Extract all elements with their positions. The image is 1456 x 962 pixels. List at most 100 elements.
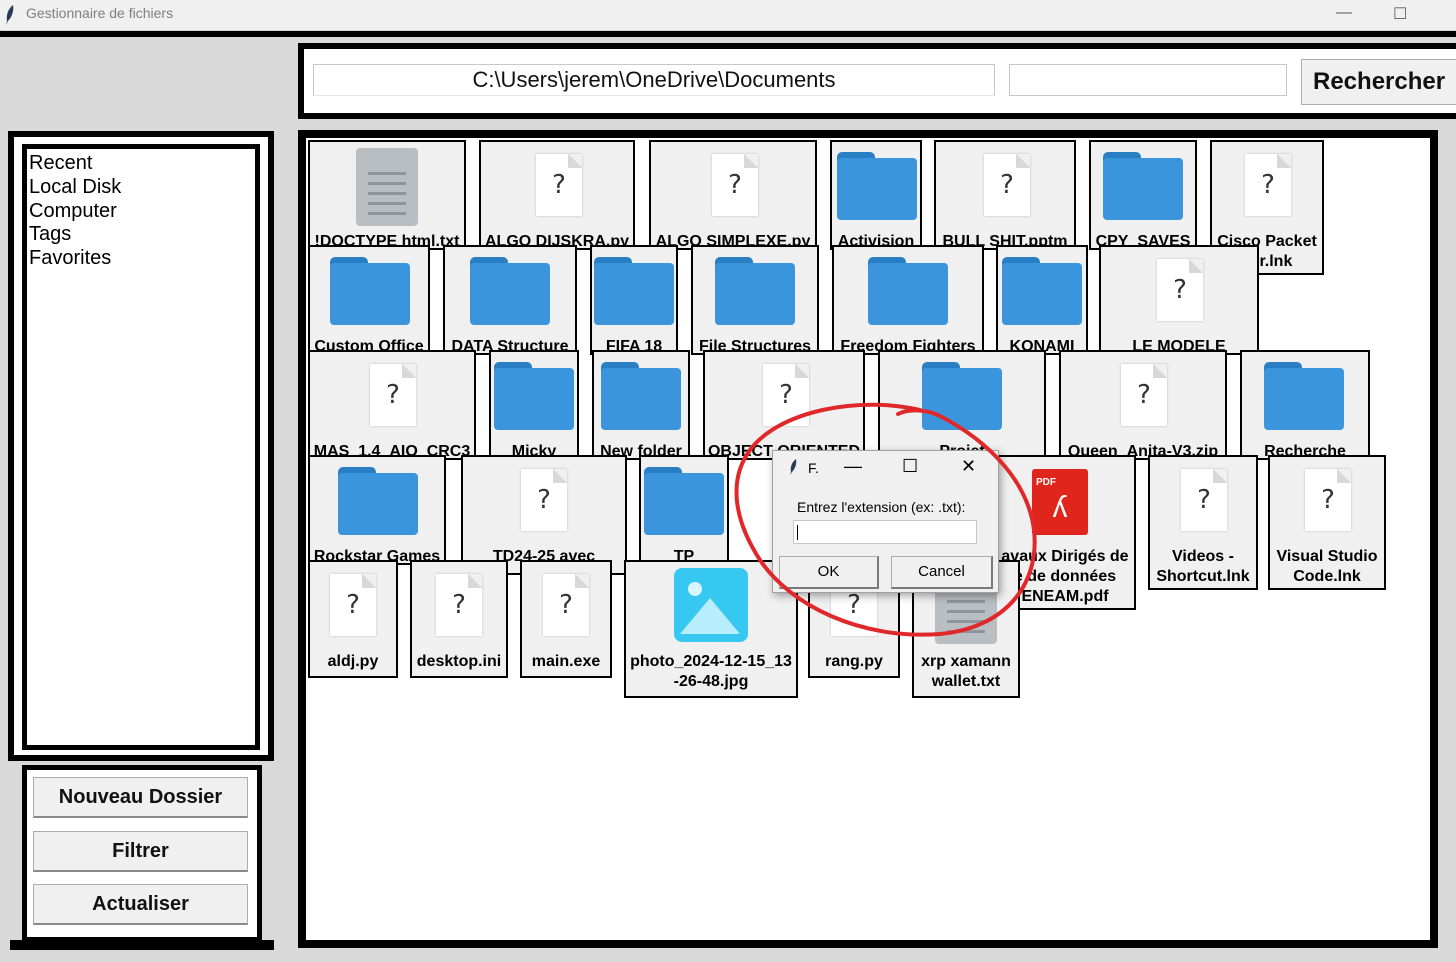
folder-icon — [594, 257, 674, 325]
folder-tile[interactable]: DATA Structure — [443, 245, 577, 355]
unknown-file-icon: ? — [370, 364, 416, 426]
folder-tile[interactable]: FIFA 18 — [590, 245, 678, 355]
dialog-title: F. — [808, 460, 819, 476]
filter-button[interactable]: Filtrer — [33, 831, 248, 872]
search-button[interactable]: Rechercher — [1301, 59, 1456, 105]
unknown-file-icon: ? — [712, 154, 758, 216]
file-name-line2: wallet.txt — [931, 673, 1001, 690]
extension-dialog: F. — ☐ ✕ Entrez l'extension (ex: .txt): … — [772, 450, 999, 593]
file-tile[interactable]: ? aldj.py — [308, 560, 398, 678]
file-name: main.exe — [531, 653, 601, 670]
folder-tile[interactable]: Projet — [878, 350, 1046, 460]
unknown-file-icon: ? — [984, 154, 1030, 216]
file-tile[interactable]: ? ALGO SIMPLEXE.py — [649, 140, 817, 250]
unknown-file-icon: ? — [1157, 259, 1203, 321]
folder-icon — [1264, 362, 1344, 430]
folder-tile[interactable]: File Structures — [691, 245, 819, 355]
bottom-border — [10, 940, 274, 950]
dialog-prompt: Entrez l'extension (ex: .txt): — [797, 499, 966, 515]
folder-icon — [1103, 152, 1183, 220]
folder-tile[interactable]: TP — [639, 455, 729, 565]
file-tile[interactable]: ? MAS_1.4_AIO_CRC3 — [308, 350, 476, 460]
file-name: xrp xamann — [921, 653, 1011, 670]
file-name: rang.py — [825, 653, 883, 670]
dialog-minimize-button[interactable]: — — [844, 456, 862, 477]
unknown-file-icon: ? — [1305, 469, 1351, 531]
dialog-close-button[interactable]: ✕ — [961, 456, 976, 477]
sidebar-item-computer[interactable]: Computer — [29, 199, 117, 223]
text-file-icon — [356, 148, 418, 226]
folder-tile[interactable]: Activision — [830, 140, 922, 250]
sidebar-item-tags[interactable]: Tags — [29, 222, 71, 246]
folder-tile[interactable]: New folder — [592, 350, 690, 460]
unknown-file-icon: ? — [1245, 154, 1291, 216]
file-tile[interactable]: ? Queen_Anita-V3.zip — [1059, 350, 1227, 460]
cancel-button[interactable]: Cancel — [891, 556, 993, 589]
sidebar-item-favorites[interactable]: Favorites — [29, 246, 111, 270]
folder-tile[interactable]: Micky — [489, 350, 579, 460]
minimize-window-button[interactable]: — — [1336, 4, 1352, 22]
file-tile[interactable]: ? OBJECT ORIENTED — [703, 350, 865, 460]
folder-icon — [715, 257, 795, 325]
sidebar-item-local-disk[interactable]: Local Disk — [29, 175, 121, 199]
file-name: Videos - — [1172, 548, 1234, 565]
folder-tile[interactable]: Freedom Fighters — [832, 245, 984, 355]
folder-icon — [330, 257, 410, 325]
folder-tile[interactable]: KONAMI — [996, 245, 1088, 355]
folder-icon — [494, 362, 574, 430]
extension-input[interactable] — [793, 520, 977, 544]
folder-icon — [1002, 257, 1082, 325]
dialog-maximize-button[interactable]: ☐ — [902, 456, 918, 477]
new-folder-button[interactable]: Nouveau Dossier — [33, 777, 248, 818]
folder-icon — [837, 152, 917, 220]
file-tile[interactable]: ? LE MODELE — [1099, 245, 1259, 355]
unknown-file-icon: ? — [1181, 469, 1227, 531]
unknown-file-icon: ? — [1121, 364, 1167, 426]
path-input[interactable]: C:\Users\jerem\OneDrive\Documents — [313, 64, 995, 96]
folder-icon — [601, 362, 681, 430]
feather-icon — [790, 459, 797, 475]
folder-tile[interactable]: Custom Office — [308, 245, 430, 355]
feather-icon — [6, 5, 14, 25]
search-input[interactable] — [1009, 64, 1287, 96]
file-tile[interactable]: ? BULL SHIT.pptm — [934, 140, 1076, 250]
folder-icon — [470, 257, 550, 325]
ok-button[interactable]: OK — [779, 556, 879, 589]
file-tile[interactable]: !DOCTYPE html.txt — [308, 140, 466, 250]
file-name: photo_2024-12-15_13 — [630, 653, 792, 670]
file-tile[interactable]: ? TD24-25 avec — [461, 455, 627, 575]
file-name-line2: Code.lnk — [1293, 568, 1361, 585]
maximize-window-button[interactable]: ☐ — [1393, 4, 1407, 24]
unknown-file-icon: ? — [536, 154, 582, 216]
refresh-button[interactable]: Actualiser — [33, 884, 248, 925]
folder-icon — [868, 257, 948, 325]
window-title: Gestionnaire de fichiers — [26, 5, 174, 21]
folder-icon — [644, 467, 724, 535]
folder-tile[interactable]: Rockstar Games — [308, 455, 446, 565]
file-name: aldj.py — [327, 653, 379, 670]
unknown-file-icon: ? — [521, 469, 567, 531]
folder-icon — [922, 362, 1002, 430]
sidebar-item-recent[interactable]: Recent — [29, 151, 92, 175]
file-name-line2: Shortcut.lnk — [1156, 568, 1250, 585]
folder-tile[interactable]: Recherche — [1240, 350, 1370, 460]
text-caret — [797, 525, 798, 540]
folder-tile[interactable]: CPY_SAVES — [1089, 140, 1197, 250]
image-file-icon — [674, 568, 748, 642]
unknown-file-icon: ? — [763, 364, 809, 426]
unknown-file-icon: ? — [436, 574, 482, 636]
unknown-file-icon: ? — [330, 574, 376, 636]
folder-icon — [338, 467, 418, 535]
file-name: desktop.ini — [416, 653, 502, 670]
file-name-line2: -26-48.jpg — [673, 673, 749, 690]
titlebar-divider — [0, 31, 1456, 37]
file-tile[interactable]: ? Videos - Shortcut.lnk — [1148, 455, 1258, 590]
pdf-icon: PDF ʎ — [1032, 469, 1088, 535]
file-tile[interactable]: ? ALGO DIJSKRA.py — [479, 140, 635, 250]
window-titlebar: Gestionnaire de fichiers — ☐ — [0, 0, 1456, 30]
unknown-file-icon: ? — [543, 574, 589, 636]
file-tile[interactable]: ? Visual Studio Code.lnk — [1268, 455, 1386, 590]
file-tile[interactable]: ? desktop.ini — [410, 560, 508, 678]
file-tile[interactable]: ? main.exe — [520, 560, 612, 678]
file-name: Visual Studio — [1276, 548, 1378, 565]
